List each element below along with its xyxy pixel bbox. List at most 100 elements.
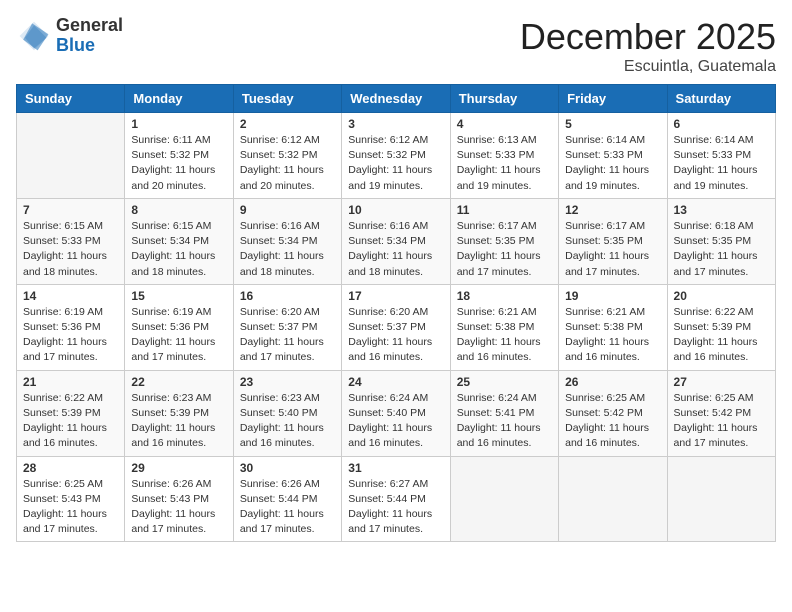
day-number: 29 (131, 461, 226, 475)
calendar-cell: 20Sunrise: 6:22 AM Sunset: 5:39 PM Dayli… (667, 284, 775, 370)
day-info: Sunrise: 6:12 AM Sunset: 5:32 PM Dayligh… (348, 133, 443, 194)
calendar-cell: 28 Sunrise: 6:25 AM Sunset: 5:43 PM Dayli… (17, 456, 125, 542)
day-number: 22 (131, 375, 226, 389)
day-number: 30 (240, 461, 335, 475)
calendar-cell: 1 Sunrise: 6:11 AM Sunset: 5:32 PM Daylig… (125, 113, 233, 199)
calendar-week: 28 Sunrise: 6:25 AM Sunset: 5:43 PM Dayli… (17, 456, 776, 542)
calendar-cell: 16 Sunrise: 6:20 AM Sunset: 5:37 PM Dayli… (233, 284, 341, 370)
calendar-cell: 10 Sunrise: 6:16 AM Sunset: 5:34 PM Dayli… (342, 198, 450, 284)
day-number: 23 (240, 375, 335, 389)
calendar-cell: 3 Sunrise: 6:12 AM Sunset: 5:32 PM Daylig… (342, 113, 450, 199)
calendar-cell: 4Sunrise: 6:13 AM Sunset: 5:33 PM Daylig… (450, 113, 558, 199)
day-number: 12 (565, 203, 660, 217)
day-header: Thursday (450, 85, 558, 113)
day-number: 20 (674, 289, 769, 303)
day-number: 28 (23, 461, 118, 475)
month-title: December 2025 (520, 16, 776, 58)
day-info: Sunrise: 6:25 AM Sunset: 5:43 PM Dayligh… (23, 477, 118, 538)
calendar-cell: 29 Sunrise: 6:26 AM Sunset: 5:43 PM Dayli… (125, 456, 233, 542)
calendar-cell: 15 Sunrise: 6:19 AM Sunset: 5:36 PM Dayli… (125, 284, 233, 370)
calendar-cell: 21Sunrise: 6:22 AM Sunset: 5:39 PM Dayli… (17, 370, 125, 456)
day-info: Sunrise: 6:19 AM Sunset: 5:36 PM Dayligh… (131, 305, 226, 366)
day-header: Sunday (17, 85, 125, 113)
calendar-cell: 23Sunrise: 6:23 AM Sunset: 5:40 PM Dayli… (233, 370, 341, 456)
calendar-cell: 11Sunrise: 6:17 AM Sunset: 5:35 PM Dayli… (450, 198, 558, 284)
day-number: 14 (23, 289, 118, 303)
calendar-cell: 14 Sunrise: 6:19 AM Sunset: 5:36 PM Dayli… (17, 284, 125, 370)
day-info: Sunrise: 6:18 AM Sunset: 5:35 PM Dayligh… (674, 219, 769, 280)
day-info: Sunrise: 6:19 AM Sunset: 5:36 PM Dayligh… (23, 305, 118, 366)
day-number: 2 (240, 117, 335, 131)
day-info: Sunrise: 6:22 AM Sunset: 5:39 PM Dayligh… (23, 391, 118, 452)
day-number: 27 (674, 375, 769, 389)
day-info: Sunrise: 6:21 AM Sunset: 5:38 PM Dayligh… (457, 305, 552, 366)
header-row: SundayMondayTuesdayWednesdayThursdayFrid… (17, 85, 776, 113)
calendar-body: 1 Sunrise: 6:11 AM Sunset: 5:32 PM Daylig… (17, 113, 776, 542)
calendar: SundayMondayTuesdayWednesdayThursdayFrid… (16, 84, 776, 542)
calendar-cell: 5Sunrise: 6:14 AM Sunset: 5:33 PM Daylig… (559, 113, 667, 199)
day-info: Sunrise: 6:26 AM Sunset: 5:44 PM Dayligh… (240, 477, 335, 538)
calendar-cell: 2 Sunrise: 6:12 AM Sunset: 5:32 PM Daylig… (233, 113, 341, 199)
calendar-header: SundayMondayTuesdayWednesdayThursdayFrid… (17, 85, 776, 113)
day-number: 18 (457, 289, 552, 303)
calendar-week: 14 Sunrise: 6:19 AM Sunset: 5:36 PM Dayli… (17, 284, 776, 370)
calendar-cell: 17 Sunrise: 6:20 AM Sunset: 5:37 PM Dayli… (342, 284, 450, 370)
day-info: Sunrise: 6:25 AM Sunset: 5:42 PM Dayligh… (565, 391, 660, 452)
day-number: 7 (23, 203, 118, 217)
day-info: Sunrise: 6:15 AM Sunset: 5:34 PM Dayligh… (131, 219, 226, 280)
day-info: Sunrise: 6:25 AM Sunset: 5:42 PM Dayligh… (674, 391, 769, 452)
day-number: 3 (348, 117, 443, 131)
calendar-cell: 8 Sunrise: 6:15 AM Sunset: 5:34 PM Daylig… (125, 198, 233, 284)
day-number: 13 (674, 203, 769, 217)
day-number: 8 (131, 203, 226, 217)
calendar-cell: 24 Sunrise: 6:24 AM Sunset: 5:40 PM Dayli… (342, 370, 450, 456)
location: Escuintla, Guatemala (520, 58, 776, 76)
calendar-cell: 13 Sunrise: 6:18 AM Sunset: 5:35 PM Dayli… (667, 198, 775, 284)
day-number: 10 (348, 203, 443, 217)
day-info: Sunrise: 6:20 AM Sunset: 5:37 PM Dayligh… (240, 305, 335, 366)
day-info: Sunrise: 6:13 AM Sunset: 5:33 PM Dayligh… (457, 133, 552, 194)
calendar-week: 7 Sunrise: 6:15 AM Sunset: 5:33 PM Daylig… (17, 198, 776, 284)
day-number: 15 (131, 289, 226, 303)
day-number: 26 (565, 375, 660, 389)
calendar-cell: 31Sunrise: 6:27 AM Sunset: 5:44 PM Dayli… (342, 456, 450, 542)
day-info: Sunrise: 6:12 AM Sunset: 5:32 PM Dayligh… (240, 133, 335, 194)
day-info: Sunrise: 6:26 AM Sunset: 5:43 PM Dayligh… (131, 477, 226, 538)
calendar-cell: 18 Sunrise: 6:21 AM Sunset: 5:38 PM Dayli… (450, 284, 558, 370)
day-info: Sunrise: 6:15 AM Sunset: 5:33 PM Dayligh… (23, 219, 118, 280)
calendar-cell: 30 Sunrise: 6:26 AM Sunset: 5:44 PM Dayli… (233, 456, 341, 542)
calendar-cell (450, 456, 558, 542)
calendar-cell: 12 Sunrise: 6:17 AM Sunset: 5:35 PM Dayli… (559, 198, 667, 284)
day-number: 6 (674, 117, 769, 131)
day-info: Sunrise: 6:21 AM Sunset: 5:38 PM Dayligh… (565, 305, 660, 366)
calendar-cell: 9Sunrise: 6:16 AM Sunset: 5:34 PM Daylig… (233, 198, 341, 284)
calendar-week: 1 Sunrise: 6:11 AM Sunset: 5:32 PM Daylig… (17, 113, 776, 199)
day-info: Sunrise: 6:17 AM Sunset: 5:35 PM Dayligh… (565, 219, 660, 280)
calendar-week: 21Sunrise: 6:22 AM Sunset: 5:39 PM Dayli… (17, 370, 776, 456)
calendar-cell: 26 Sunrise: 6:25 AM Sunset: 5:42 PM Dayli… (559, 370, 667, 456)
calendar-cell: 6Sunrise: 6:14 AM Sunset: 5:33 PM Daylig… (667, 113, 775, 199)
day-number: 9 (240, 203, 335, 217)
day-number: 1 (131, 117, 226, 131)
day-info: Sunrise: 6:11 AM Sunset: 5:32 PM Dayligh… (131, 133, 226, 194)
day-number: 25 (457, 375, 552, 389)
day-info: Sunrise: 6:23 AM Sunset: 5:39 PM Dayligh… (131, 391, 226, 452)
day-header: Tuesday (233, 85, 341, 113)
day-info: Sunrise: 6:24 AM Sunset: 5:41 PM Dayligh… (457, 391, 552, 452)
day-info: Sunrise: 6:16 AM Sunset: 5:34 PM Dayligh… (348, 219, 443, 280)
calendar-cell: 19Sunrise: 6:21 AM Sunset: 5:38 PM Dayli… (559, 284, 667, 370)
calendar-cell: 22 Sunrise: 6:23 AM Sunset: 5:39 PM Dayli… (125, 370, 233, 456)
day-number: 16 (240, 289, 335, 303)
day-header: Monday (125, 85, 233, 113)
logo-general: General (56, 16, 123, 36)
logo: General Blue (16, 16, 123, 56)
day-info: Sunrise: 6:14 AM Sunset: 5:33 PM Dayligh… (565, 133, 660, 194)
day-info: Sunrise: 6:20 AM Sunset: 5:37 PM Dayligh… (348, 305, 443, 366)
calendar-cell: 7 Sunrise: 6:15 AM Sunset: 5:33 PM Daylig… (17, 198, 125, 284)
day-number: 24 (348, 375, 443, 389)
calendar-cell: 27 Sunrise: 6:25 AM Sunset: 5:42 PM Dayli… (667, 370, 775, 456)
day-info: Sunrise: 6:24 AM Sunset: 5:40 PM Dayligh… (348, 391, 443, 452)
day-number: 11 (457, 203, 552, 217)
day-header: Saturday (667, 85, 775, 113)
day-number: 17 (348, 289, 443, 303)
